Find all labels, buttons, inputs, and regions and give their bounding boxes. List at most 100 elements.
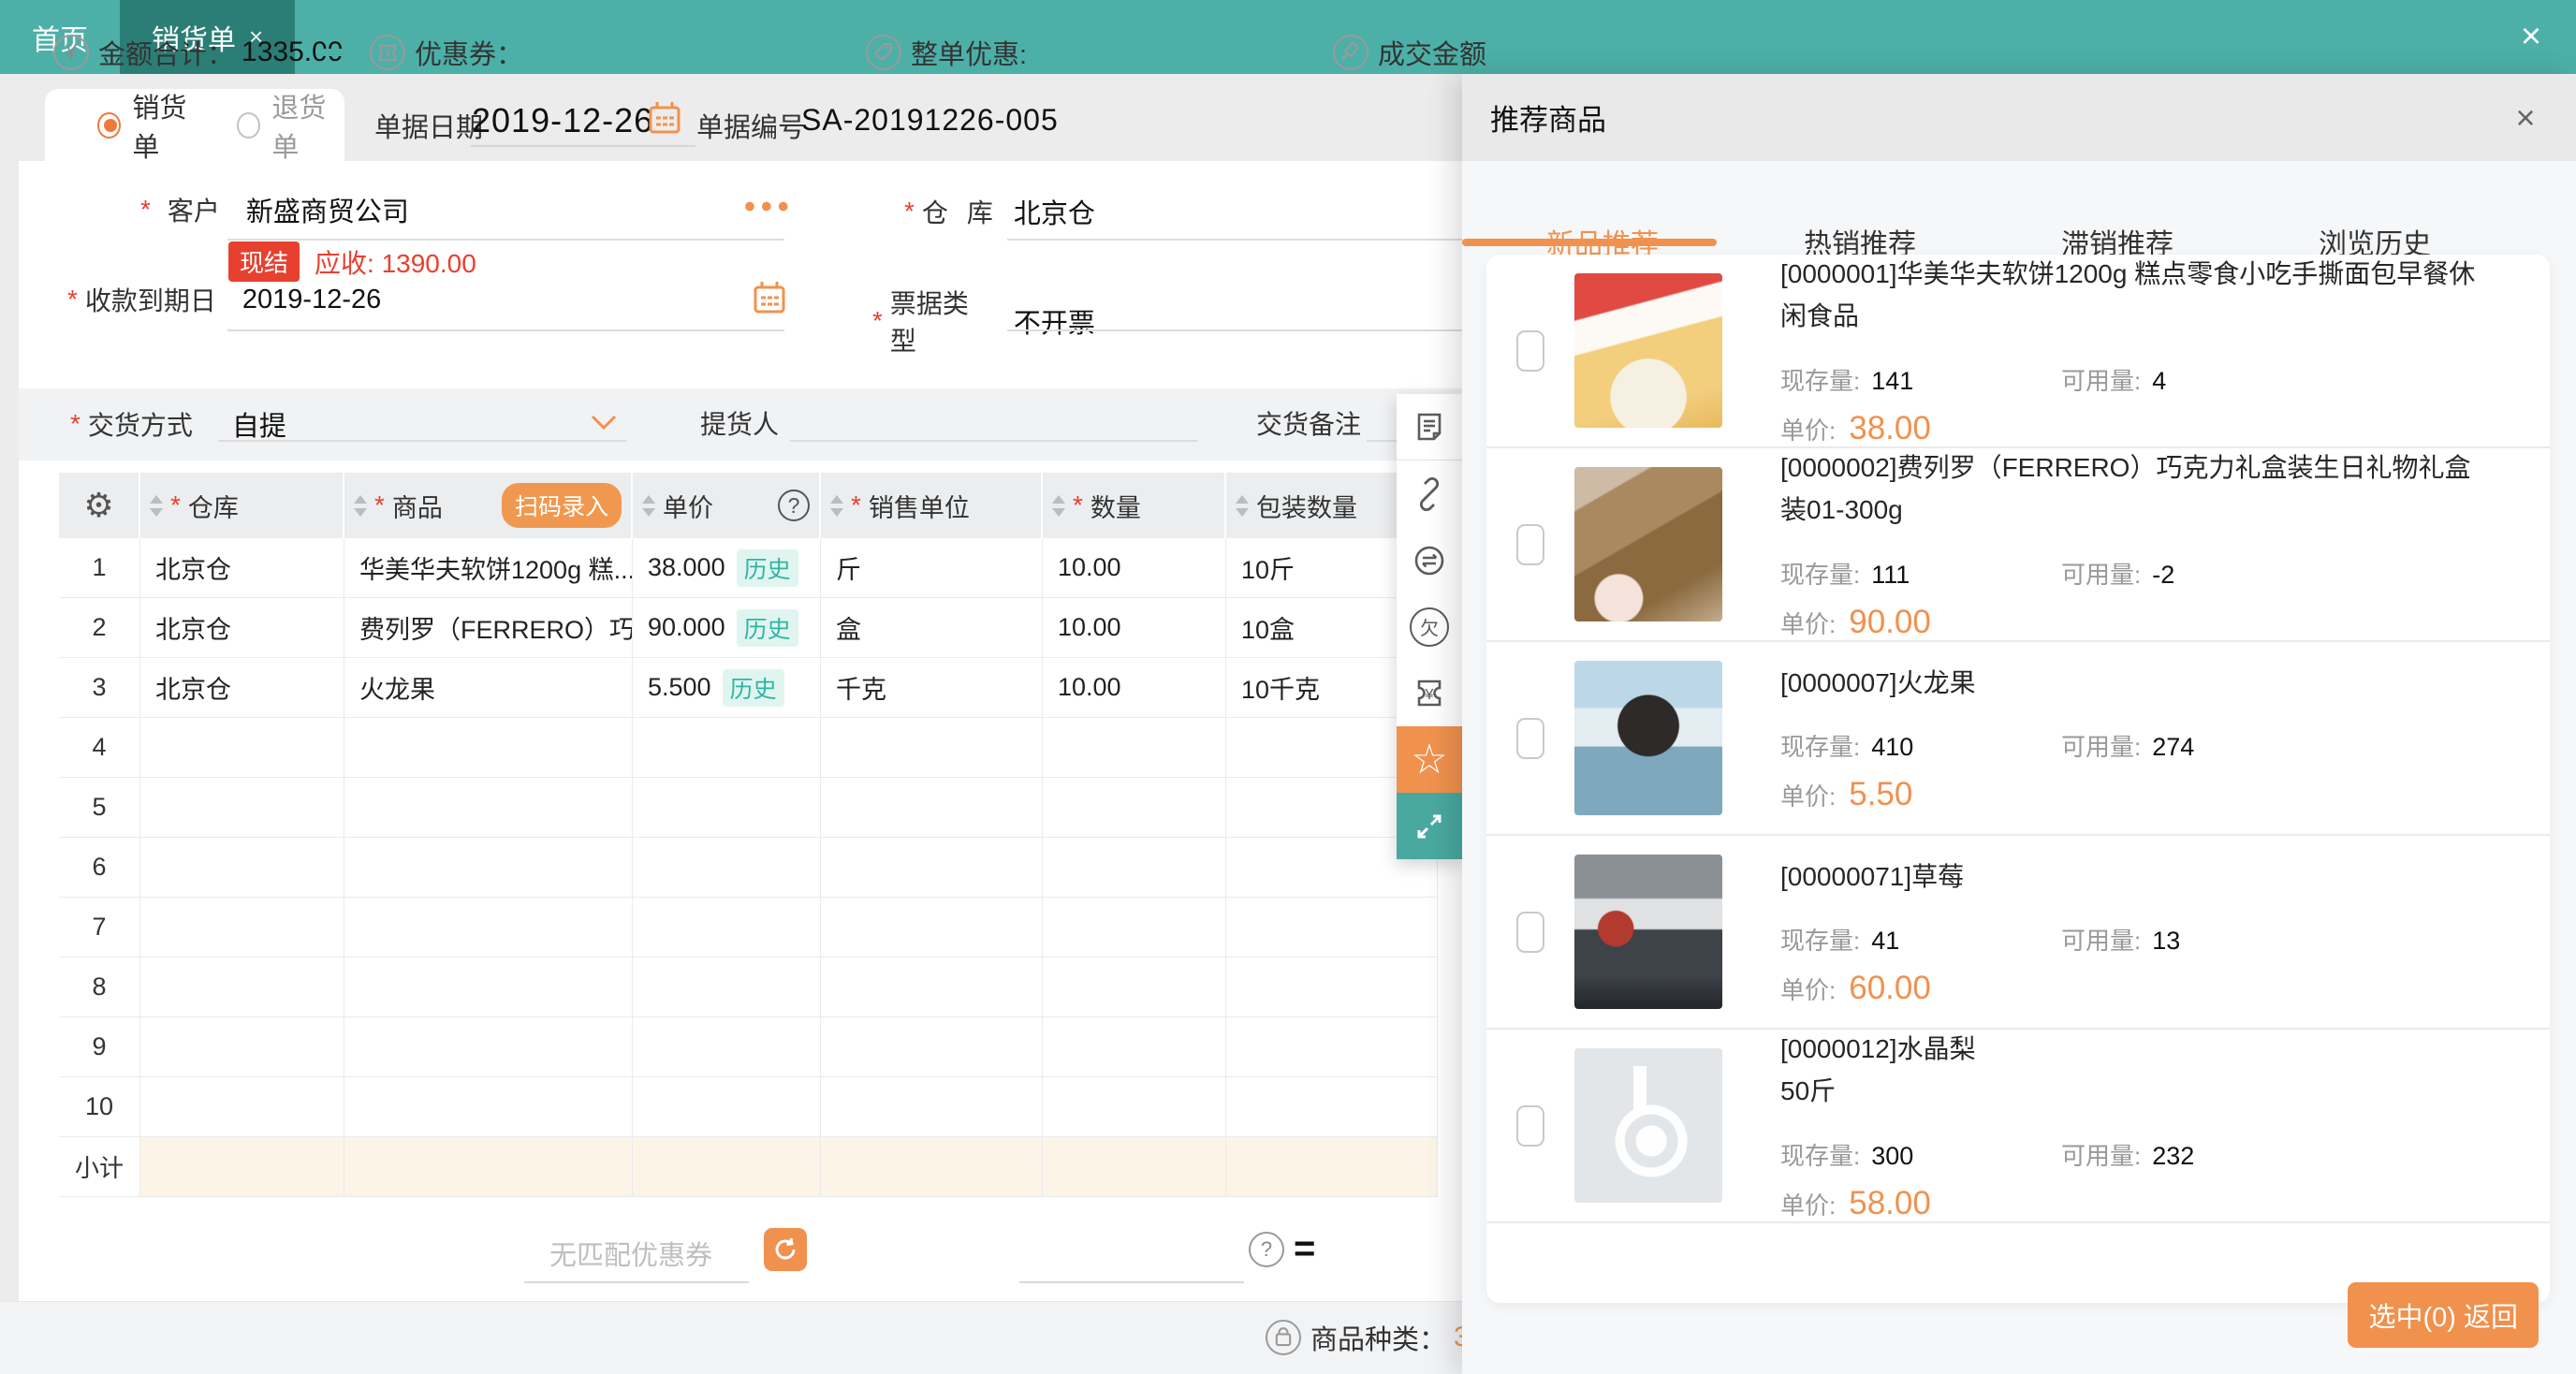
link-tool-button[interactable] (1397, 460, 1462, 527)
table-row-empty[interactable]: 8 (59, 957, 1438, 1017)
cell-price[interactable] (633, 718, 821, 778)
help-icon[interactable]: ? (778, 490, 810, 521)
cell-product[interactable] (344, 1017, 633, 1077)
cell-product[interactable]: 费列罗（FERRERO）巧... (344, 598, 633, 658)
product-list-item[interactable]: [00000071]草莓 现存量: 41 可用量: 13 单价: 60.00 (1486, 836, 2550, 1030)
cell-price[interactable] (633, 1017, 821, 1077)
cell-warehouse[interactable]: 北京仓 (140, 538, 344, 598)
cell-price[interactable] (633, 838, 821, 898)
expand-tool-button[interactable] (1397, 793, 1462, 859)
cell-qty[interactable] (1043, 957, 1226, 1017)
cell-unit[interactable] (821, 898, 1043, 957)
coupon-input[interactable]: 无匹配优惠券 (549, 1234, 712, 1273)
cell-price[interactable] (633, 957, 821, 1017)
cell-warehouse[interactable] (140, 1077, 344, 1137)
cell-qty[interactable] (1043, 1017, 1226, 1077)
sort-icon[interactable] (150, 494, 163, 517)
product-list-item[interactable]: [0000012]水晶梨 50斤 现存量: 300 可用量: 232 单价: 5… (1486, 1030, 2550, 1223)
cell-warehouse[interactable]: 北京仓 (140, 598, 344, 658)
voucher-tool-button[interactable]: ¥ (1397, 660, 1462, 726)
refresh-coupon-button[interactable] (764, 1228, 807, 1271)
cell-pack-qty[interactable] (1226, 957, 1438, 1017)
history-badge[interactable]: 历史 (722, 668, 784, 707)
cell-product[interactable]: 火龙果 (344, 658, 633, 718)
delivery-method-value[interactable]: 自提 (232, 404, 286, 444)
cell-warehouse[interactable] (140, 1017, 344, 1077)
cell-warehouse[interactable] (140, 718, 344, 778)
cell-unit[interactable]: 斤 (821, 538, 1043, 598)
order-discount-input[interactable] (1019, 1281, 1244, 1283)
history-badge[interactable]: 历史 (736, 548, 798, 587)
product-checkbox[interactable] (1516, 329, 1544, 372)
cell-qty[interactable] (1043, 1077, 1226, 1137)
column-price[interactable]: 单价 ? (633, 473, 821, 538)
table-row-empty[interactable]: 7 (59, 898, 1438, 957)
cell-unit[interactable] (821, 778, 1043, 838)
window-close-icon[interactable]: × (2503, 0, 2559, 74)
cell-pack-qty[interactable] (1226, 898, 1438, 957)
customer-more-icon[interactable]: ••• (744, 189, 795, 226)
cell-unit[interactable] (821, 838, 1043, 898)
table-row[interactable]: 2 北京仓 费列罗（FERRERO）巧... 90.000 历史 盒 10.00 … (59, 598, 1438, 658)
table-row[interactable]: 3 北京仓 火龙果 5.500 历史 千克 10.00 10千克 (59, 658, 1438, 718)
table-row-empty[interactable]: 5 (59, 778, 1438, 838)
cell-product[interactable] (344, 1077, 633, 1137)
due-date-value[interactable]: 2019-12-26 (242, 285, 381, 315)
sort-icon[interactable] (830, 494, 843, 517)
cell-unit[interactable] (821, 718, 1043, 778)
scan-entry-button[interactable]: 扫码录入 (501, 483, 622, 528)
table-row-empty[interactable]: 10 (59, 1077, 1438, 1137)
cell-product[interactable] (344, 778, 633, 838)
cell-warehouse[interactable] (140, 838, 344, 898)
help-icon[interactable]: ? (1249, 1232, 1284, 1267)
cell-qty[interactable]: 10.00 (1043, 658, 1226, 718)
cell-qty[interactable]: 10.00 (1043, 598, 1226, 658)
sort-icon[interactable] (1236, 494, 1249, 517)
select-return-button[interactable]: 选中(0) 返回 (2348, 1282, 2539, 1348)
cell-warehouse[interactable]: 北京仓 (140, 658, 344, 718)
picker-input[interactable] (790, 440, 1198, 442)
invoice-value[interactable]: 不开票 (1014, 301, 1095, 341)
product-list-item[interactable]: [0000002]费列罗（FERRERO）巧克力礼盒装生日礼物礼盒装01-300… (1486, 448, 2550, 642)
history-badge[interactable]: 历史 (736, 608, 798, 647)
cell-product[interactable] (344, 957, 633, 1017)
table-row-empty[interactable]: 9 (59, 1017, 1438, 1077)
cell-unit[interactable]: 千克 (821, 658, 1043, 718)
cell-price[interactable] (633, 778, 821, 838)
cell-product[interactable] (344, 718, 633, 778)
exchange-tool-button[interactable] (1397, 527, 1462, 593)
cell-pack-qty[interactable] (1226, 1077, 1438, 1137)
column-settings[interactable]: ⚙ (59, 473, 140, 538)
cell-warehouse[interactable] (140, 778, 344, 838)
owe-tool-button[interactable]: 欠 (1397, 593, 1462, 660)
cell-price[interactable] (633, 898, 821, 957)
table-row-empty[interactable]: 6 (59, 838, 1438, 898)
cell-product[interactable]: 华美华夫软饼1200g 糕... (344, 538, 633, 598)
cell-price[interactable]: 5.500 历史 (633, 658, 821, 718)
sort-icon[interactable] (642, 494, 655, 517)
note-tool-button[interactable] (1397, 394, 1462, 460)
cell-qty[interactable] (1043, 898, 1226, 957)
product-checkbox[interactable] (1516, 911, 1544, 953)
cell-qty[interactable]: 10.00 (1043, 538, 1226, 598)
cell-qty[interactable] (1043, 838, 1226, 898)
chevron-down-icon[interactable] (590, 414, 618, 431)
cell-qty[interactable] (1043, 778, 1226, 838)
cell-unit[interactable] (821, 1077, 1043, 1137)
column-warehouse[interactable]: * 仓库 (140, 473, 344, 538)
cell-product[interactable] (344, 898, 633, 957)
favorite-tool-button[interactable]: ☆ (1397, 726, 1462, 793)
cell-pack-qty[interactable] (1226, 1017, 1438, 1077)
customer-value[interactable]: 新盛商贸公司 (246, 190, 409, 229)
cell-qty[interactable] (1043, 718, 1226, 778)
cell-unit[interactable]: 盒 (821, 598, 1043, 658)
sort-icon[interactable] (354, 494, 367, 517)
doc-date-value[interactable]: 2019-12-26 (472, 101, 653, 140)
cell-price[interactable] (633, 1077, 821, 1137)
product-list-item[interactable]: [0000007]火龙果 现存量: 410 可用量: 274 单价: 5.50 (1486, 642, 2550, 836)
calendar-icon[interactable] (644, 97, 685, 139)
warehouse-value[interactable]: 北京仓 (1014, 192, 1095, 231)
gear-icon[interactable]: ⚙ (83, 486, 113, 525)
sort-icon[interactable] (1052, 494, 1065, 517)
cell-price[interactable]: 38.000 历史 (633, 538, 821, 598)
